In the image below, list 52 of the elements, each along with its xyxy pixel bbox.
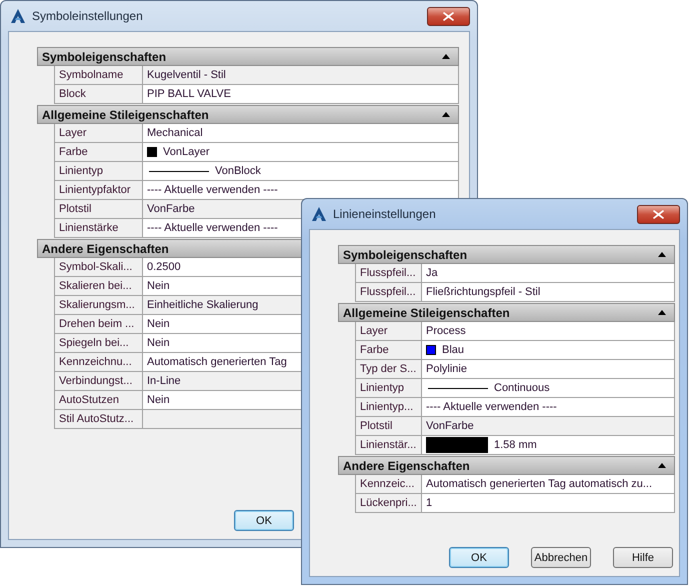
property-value: Nein bbox=[147, 280, 170, 292]
property-value: VonFarbe bbox=[426, 420, 474, 432]
property-label-cell: Linientyp bbox=[55, 162, 143, 181]
property-value: 1.58 mm bbox=[494, 439, 537, 451]
window-title: Symboleinstellungen bbox=[32, 9, 144, 23]
property-value: VonLayer bbox=[163, 146, 210, 158]
property-value: ---- Aktuelle verwenden ---- bbox=[147, 222, 278, 234]
property-label-cell: Typ der S... bbox=[356, 360, 422, 379]
property-value: In-Line bbox=[147, 375, 181, 387]
property-value: Automatisch generierten Tag bbox=[147, 356, 287, 368]
property-label-cell: Linientypfaktor bbox=[55, 181, 143, 200]
property-label-cell: Flusspfeil... bbox=[356, 264, 422, 283]
property-value: Automatisch generierten Tag automatisch zu... bbox=[426, 478, 652, 490]
property-value: ---- Aktuelle verwenden ---- bbox=[147, 184, 278, 196]
property-label-cell: Plotstil bbox=[356, 417, 422, 436]
property-label-cell: Kennzeic... bbox=[356, 475, 422, 494]
property-value: 0.2500 bbox=[147, 261, 181, 273]
property-label-cell: Lückenpri... bbox=[356, 494, 422, 513]
property-value: Continuous bbox=[494, 382, 550, 394]
property-label-cell: Drehen beim ... bbox=[55, 315, 143, 334]
property-label-cell: Skalierungsm... bbox=[55, 296, 143, 315]
property-label-cell: Linienstärke bbox=[55, 219, 143, 238]
property-label-cell: Linientyp bbox=[356, 379, 422, 398]
property-label-cell: AutoStutzen bbox=[55, 391, 143, 410]
property-value: Ja bbox=[426, 267, 438, 279]
property-label-cell: Block bbox=[55, 85, 143, 104]
property-label-cell: Plotstil bbox=[55, 200, 143, 219]
window-title: Linieneinstellungen bbox=[333, 207, 437, 221]
property-value: Einheitliche Skalierung bbox=[147, 299, 258, 311]
property-label-cell: Flusspfeil... bbox=[356, 283, 422, 302]
property-label-cell: Farbe bbox=[356, 341, 422, 360]
property-value: 1 bbox=[426, 497, 432, 509]
property-label-cell: Spiegeln bei... bbox=[55, 334, 143, 353]
property-value: Nein bbox=[147, 318, 170, 330]
property-label-cell: Linientyp... bbox=[356, 398, 422, 417]
property-label-cell: Skalieren bei... bbox=[55, 277, 143, 296]
property-label-cell: Symbol-Skali... bbox=[55, 258, 143, 277]
property-value: VonBlock bbox=[215, 165, 261, 177]
property-label-cell: Farbe bbox=[55, 143, 143, 162]
property-label-cell: Stil AutoStutz... bbox=[55, 410, 143, 429]
property-label-cell: Symbolname bbox=[55, 66, 143, 85]
property-value: VonFarbe bbox=[147, 203, 195, 215]
property-label-cell: Linienstär... bbox=[356, 436, 422, 455]
property-label-cell: Layer bbox=[55, 124, 143, 143]
property-label-cell: Verbindungst... bbox=[55, 372, 143, 391]
property-label-cell: Kennzeichnu... bbox=[55, 353, 143, 372]
property-value: Nein bbox=[147, 394, 170, 406]
property-label-cell: Layer bbox=[356, 322, 422, 341]
property-value: PIP BALL VALVE bbox=[147, 88, 231, 100]
property-value: Kugelventil - Stil bbox=[147, 69, 226, 81]
property-value: Nein bbox=[147, 337, 170, 349]
property-value: Mechanical bbox=[147, 127, 203, 139]
